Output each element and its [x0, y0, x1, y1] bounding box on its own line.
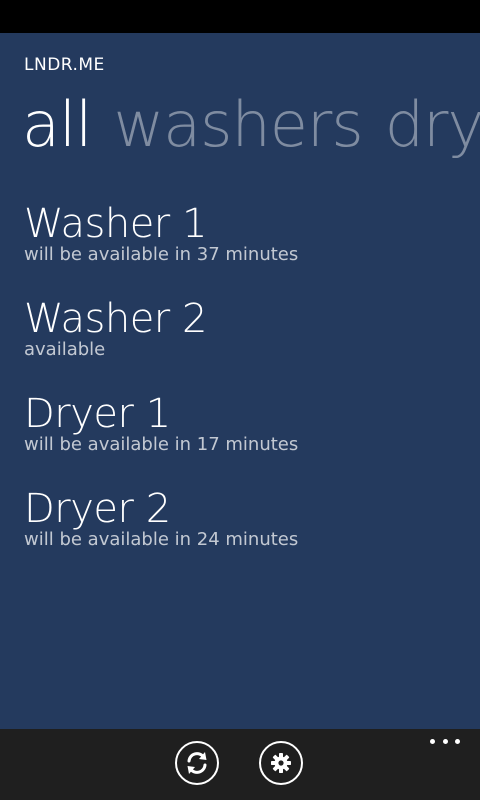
pivot-tab-washers[interactable]: washers [113, 87, 363, 163]
machine-name: Dryer 2 [24, 486, 171, 532]
machine-status: will be available in 24 minutes [24, 529, 299, 550]
machine-name: Dryer 1 [24, 391, 171, 437]
more-options-button[interactable] [430, 739, 460, 749]
machine-list: Washer 1 will be available in 37 minutes… [24, 198, 464, 578]
refresh-button[interactable] [175, 741, 219, 785]
machine-name: Washer 1 [24, 201, 207, 247]
machine-item-dryer-1[interactable]: Dryer 1 will be available in 17 minutes [24, 388, 464, 483]
app-page: LNDR.ME all washers dryers Washer 1 will b… [0, 33, 480, 729]
machine-status: available [24, 339, 106, 360]
app-bar [0, 729, 480, 800]
machine-name: Washer 2 [24, 296, 207, 342]
machine-item-washer-1[interactable]: Washer 1 will be available in 37 minutes [24, 198, 464, 293]
machine-item-washer-2[interactable]: Washer 2 available [24, 293, 464, 388]
machine-status: will be available in 17 minutes [24, 434, 299, 455]
pivot-tab-dryers[interactable]: dryers [385, 87, 480, 163]
refresh-icon [187, 752, 207, 774]
gear-icon [271, 753, 291, 773]
ellipsis-icon [430, 739, 435, 744]
ellipsis-icon [442, 739, 448, 744]
pivot-header: all washers dryers [22, 87, 480, 163]
pivot-tab-all[interactable]: all [22, 87, 92, 163]
machine-item-dryer-2[interactable]: Dryer 2 will be available in 24 minutes [24, 483, 464, 578]
settings-button[interactable] [259, 741, 303, 785]
ellipsis-icon [455, 739, 460, 744]
status-bar [0, 0, 480, 33]
machine-status: will be available in 37 minutes [24, 244, 299, 265]
app-title: LNDR.ME [24, 55, 105, 75]
